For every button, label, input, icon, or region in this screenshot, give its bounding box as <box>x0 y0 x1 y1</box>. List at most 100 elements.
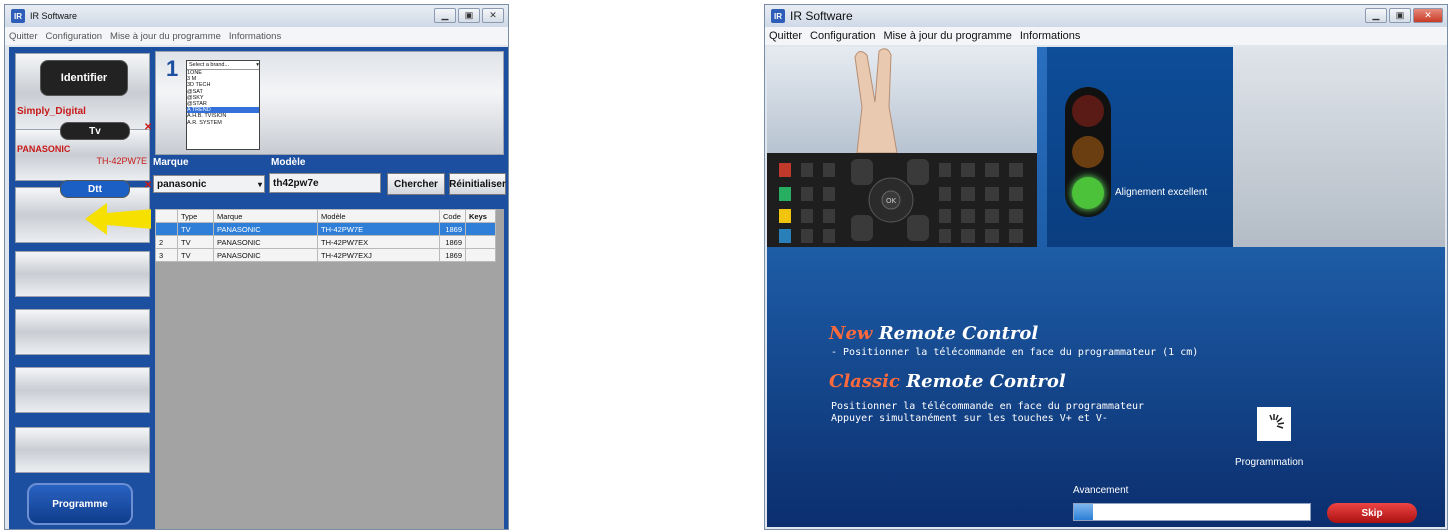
reset-button[interactable]: Réinitialiser <box>449 173 506 195</box>
identify-button[interactable]: Identifier <box>40 60 128 96</box>
search-button[interactable]: Chercher <box>387 173 445 195</box>
alignment-status: Alignement excellent <box>1115 187 1208 198</box>
yellow-arrow-icon <box>85 203 153 235</box>
programming-stage: OK Alignement excellent New Remote Contr… <box>767 47 1445 527</box>
dtt-pill[interactable]: Dtt <box>60 180 130 198</box>
chevron-down-icon[interactable]: ▾ <box>258 180 262 189</box>
classic-accent: Classic <box>829 371 900 392</box>
brand-select-box[interactable]: Select a brand... ▾ <box>187 61 259 70</box>
cell <box>155 222 178 236</box>
silver-panel <box>1233 47 1445 247</box>
cell <box>465 235 496 249</box>
menu-configuration[interactable]: Configuration <box>810 30 875 42</box>
cell: TH-42PW7EX <box>317 235 440 249</box>
menu-bar: Quitter Configuration Mise à jour du pro… <box>5 27 508 45</box>
cell: TH-42PW7E <box>317 222 440 236</box>
brand-select-placeholder: Select a brand... <box>189 61 230 68</box>
new-remote-title: New Remote Control <box>829 323 1038 344</box>
menu-informations[interactable]: Informations <box>229 31 281 42</box>
progress-fill <box>1074 504 1093 520</box>
col-modele: Modèle <box>317 209 440 223</box>
svg-text:OK: OK <box>886 197 897 205</box>
results-table: Type Marque Modèle Code Keys TV PANASONI… <box>155 209 504 529</box>
classic-remote-title: Classic Remote Control <box>829 371 1066 392</box>
app-icon: IR <box>771 9 785 23</box>
cell: PANASONIC <box>213 222 318 236</box>
col-keys: Keys <box>465 209 496 223</box>
tv-pill[interactable]: Tv <box>60 122 130 140</box>
classic-title-text: Remote Control <box>906 371 1066 392</box>
remote-image: OK <box>767 153 1037 247</box>
menu-informations[interactable]: Informations <box>1020 30 1081 42</box>
device-slot-6[interactable] <box>15 367 150 413</box>
new-title-text: Remote Control <box>878 323 1039 344</box>
cell: 1869 <box>439 248 466 262</box>
menu-update[interactable]: Mise à jour du programme <box>110 31 221 42</box>
cell <box>465 248 496 262</box>
menu-bar: Quitter Configuration Mise à jour du pro… <box>765 27 1447 45</box>
device-slot-4[interactable] <box>15 251 150 297</box>
slot-device-label: Simply_Digital <box>17 106 86 117</box>
new-instruction: - Positionner la télécommande en face du… <box>831 347 1199 358</box>
minimize-button[interactable]: ▁ <box>1365 8 1387 23</box>
col-index <box>155 209 178 223</box>
cell <box>465 222 496 236</box>
cell: 1869 <box>439 235 466 249</box>
skip-button[interactable]: Skip <box>1327 503 1417 523</box>
brand-dropdown[interactable]: Select a brand... ▾ 1ONE 3 M 3D TECH @SAT… <box>186 60 260 150</box>
cell: 2 <box>155 235 178 249</box>
brand-select-panel: 1 Select a brand... ▾ 1ONE 3 M 3D TECH @S… <box>155 51 504 155</box>
progress-bar <box>1073 503 1311 521</box>
cell: PANASONIC <box>213 248 318 262</box>
marque-label: Marque <box>153 157 189 168</box>
tv-brand: PANASONIC <box>17 144 71 154</box>
device-slot-7[interactable] <box>15 427 150 473</box>
cell: TV <box>177 248 214 262</box>
progress-label: Avancement <box>1073 485 1129 496</box>
left-window: IR IR Software ▁ ▣ ✕ Quitter Configurati… <box>4 4 509 530</box>
remote-control-icon: OK <box>767 153 1037 247</box>
right-window: IR IR Software ▁ ▣ ✕ Quitter Configurati… <box>764 4 1448 530</box>
close-button[interactable]: ✕ <box>482 8 504 23</box>
tv-model: TH-42PW7E <box>96 156 147 166</box>
device-sidebar: Identifier Simply_Digital Tv ✕ PANASONIC… <box>9 47 152 529</box>
amber-lamp <box>1072 136 1104 168</box>
device-slot-1[interactable]: Identifier Simply_Digital <box>15 53 150 133</box>
cell: TV <box>177 222 214 236</box>
classic-instruction-2: Appuyer simultanément sur les touches V+… <box>831 413 1108 424</box>
menu-update[interactable]: Mise à jour du programme <box>883 30 1011 42</box>
modele-input[interactable]: th42pw7e <box>269 173 381 193</box>
menu-quitter[interactable]: Quitter <box>9 31 38 42</box>
table-row[interactable]: TV PANASONIC TH-42PW7E 1869 <box>155 222 496 236</box>
col-code: Code <box>439 209 466 223</box>
cell: TV <box>177 235 214 249</box>
program-button[interactable]: Programme <box>27 483 133 525</box>
close-button[interactable]: ✕ <box>1413 8 1443 23</box>
window-title: IR Software <box>790 9 853 23</box>
chevron-down-icon[interactable]: ▾ <box>256 62 259 68</box>
main-panel: 1 Select a brand... ▾ 1ONE 3 M 3D TECH @S… <box>151 47 508 529</box>
programming-label: Programmation <box>1235 457 1304 468</box>
marque-select[interactable]: panasonic ▾ <box>153 175 265 193</box>
green-lamp <box>1072 177 1104 209</box>
maximize-button[interactable]: ▣ <box>1389 8 1411 23</box>
device-slot-5[interactable] <box>15 309 150 355</box>
table-row[interactable]: 3 TV PANASONIC TH-42PW7EXJ 1869 <box>155 248 496 262</box>
title-bar: IR IR Software ▁ ▣ ✕ <box>765 5 1447 27</box>
marque-value: panasonic <box>157 178 207 190</box>
device-slot-tv[interactable]: Tv ✕ PANASONIC TH-42PW7E <box>15 122 152 181</box>
brand-option[interactable]: A.R. SYSTEM <box>187 120 259 126</box>
app-icon: IR <box>11 9 25 23</box>
classic-instruction-1: Positionner la télécommande en face du p… <box>831 401 1145 412</box>
cell: 3 <box>155 248 178 262</box>
hand-image <box>767 47 1037 154</box>
menu-quitter[interactable]: Quitter <box>769 30 802 42</box>
cell: PANASONIC <box>213 235 318 249</box>
menu-configuration[interactable]: Configuration <box>46 31 103 42</box>
table-row[interactable]: 2 TV PANASONIC TH-42PW7EX 1869 <box>155 235 496 249</box>
maximize-button[interactable]: ▣ <box>458 8 480 23</box>
new-accent: New <box>829 323 873 344</box>
cell: TH-42PW7EXJ <box>317 248 440 262</box>
traffic-light-panel: Alignement excellent <box>1047 47 1233 247</box>
minimize-button[interactable]: ▁ <box>434 8 456 23</box>
